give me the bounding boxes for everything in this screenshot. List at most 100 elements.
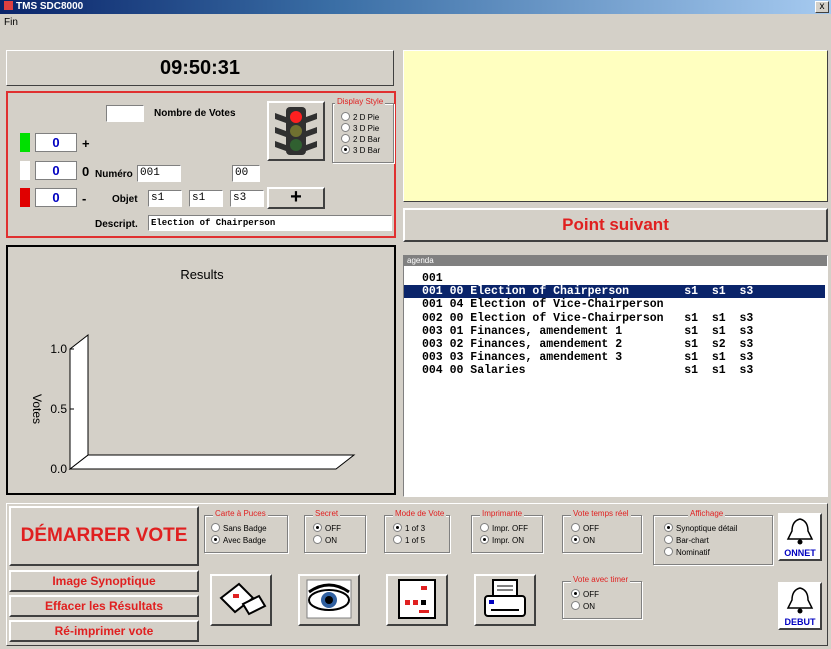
radio-dot: [341, 145, 350, 154]
radio-dot: [393, 523, 402, 532]
abstain-sign: 0: [82, 164, 90, 179]
radio-label: Avec Badge: [223, 536, 266, 545]
radio-synoptique-detail[interactable]: Synoptique détail: [664, 523, 737, 534]
abstain-color-swatch: [20, 161, 30, 180]
group-title: Carte à Puces: [213, 509, 268, 519]
radio-secret-on[interactable]: ON: [313, 535, 337, 546]
radio-label: ON: [325, 536, 337, 545]
radio-label: 1 of 5: [405, 536, 426, 545]
close-button[interactable]: x: [815, 1, 829, 13]
agenda-row[interactable]: 003 02 Finances, amendement 2 s1 s2 s3: [404, 338, 825, 351]
radio-dot: [341, 134, 350, 143]
radio-2d-pie[interactable]: 2 D Pie: [341, 112, 379, 123]
radio-label: Synoptique détail: [676, 524, 738, 533]
radio-label: Bar-chart: [676, 536, 709, 545]
reimprimer-vote-button[interactable]: Ré-imprimer vote: [9, 620, 199, 642]
radio-nominatif[interactable]: Nominatif: [664, 547, 710, 558]
ytick-label: 0.5: [50, 402, 67, 416]
agenda-row[interactable]: 003 03 Finances, amendement 3 s1 s1 s3: [404, 351, 825, 364]
agenda-row[interactable]: 001: [404, 272, 825, 285]
radio-bar-chart[interactable]: Bar-chart: [664, 535, 709, 546]
title-bar: TMS SDC8000: [0, 0, 831, 14]
image-synoptique-button[interactable]: Image Synoptique: [9, 570, 199, 592]
radio-dot: [313, 523, 322, 532]
voting-unit-icon: [398, 579, 436, 619]
agenda-row[interactable]: 003 01 Finances, amendement 1 s1 s1 s3: [404, 325, 825, 338]
radio-label: Sans Badge: [223, 524, 267, 533]
numero-field[interactable]: 001: [137, 165, 181, 182]
agenda-row[interactable]: 004 00 Salaries s1 s1 s3: [404, 364, 825, 377]
display-style-group: Display Style 2 D Pie 3 D Pie 2 D Bar 3 …: [332, 97, 394, 163]
radio-label: OFF: [583, 590, 599, 599]
group-title: Affichage: [688, 509, 726, 519]
debut-bell-button[interactable]: DEBUT: [778, 582, 822, 630]
radio-label: 2 D Bar: [353, 135, 381, 144]
radio-timer-off[interactable]: OFF: [571, 589, 599, 600]
agenda-list[interactable]: agenda 001 001 00 Election of Chairperson…: [403, 255, 828, 497]
eye-icon: [306, 579, 352, 619]
card-hand-icon: [219, 582, 267, 616]
descript-field[interactable]: Election of Chairperson: [148, 215, 392, 231]
agenda-row[interactable]: 001 00 Election of Chairperson s1 s1 s3: [404, 285, 825, 299]
radio-secret-off[interactable]: OFF: [313, 523, 341, 534]
bell-icon: [786, 587, 814, 614]
descript-label: Descript.: [95, 219, 138, 230]
objet-field-3[interactable]: s3: [230, 190, 264, 207]
radio-sans-badge[interactable]: Sans Badge: [211, 523, 267, 534]
radio-dot: [480, 523, 489, 532]
radio-label: OFF: [325, 524, 341, 533]
radio-label: 2 D Pie: [353, 113, 380, 122]
agenda-header: agenda: [404, 256, 827, 266]
radio-2d-bar[interactable]: 2 D Bar: [341, 134, 380, 145]
next-item-button[interactable]: Point suivant: [403, 208, 828, 242]
radio-dot: [664, 535, 673, 544]
radio-label: OFF: [583, 524, 599, 533]
radio-dot: [313, 535, 322, 544]
radio-temps-reel-off[interactable]: OFF: [571, 523, 599, 534]
temps-reel-group: Vote temps réel OFF ON: [562, 509, 642, 553]
carte-puces-group: Carte à Puces Sans Badge Avec Badge: [204, 509, 288, 553]
onnet-label: ONNET: [784, 548, 816, 558]
delegate-card-button[interactable]: [210, 574, 272, 626]
radio-3d-bar[interactable]: 3 D Bar: [341, 145, 380, 156]
radio-3d-pie[interactable]: 3 D Pie: [341, 123, 379, 134]
agenda-row[interactable]: 002 00 Election of Vice-Chairperson s1 s…: [404, 312, 825, 325]
view-button[interactable]: [298, 574, 360, 626]
agenda-row[interactable]: 001 04 Election of Vice-Chairperson: [404, 298, 825, 311]
radio-label: 1 of 3: [405, 524, 426, 533]
chart-title: Results: [180, 267, 224, 282]
radio-1-of-3[interactable]: 1 of 3: [393, 523, 425, 534]
debut-label: DEBUT: [784, 617, 816, 627]
radio-impr-off[interactable]: Impr. OFF: [480, 523, 528, 534]
onnet-bell-button[interactable]: ONNET: [778, 513, 822, 561]
start-vote-button[interactable]: DÉMARRER VOTE: [9, 506, 199, 566]
traffic-light-button[interactable]: [267, 101, 325, 161]
radio-avec-badge[interactable]: Avec Badge: [211, 535, 266, 546]
radio-label: Impr. OFF: [492, 524, 528, 533]
affichage-group: Affichage Synoptique détail Bar-chart No…: [653, 509, 773, 565]
objet-field-2[interactable]: s1: [189, 190, 223, 207]
add-button[interactable]: +: [267, 187, 325, 209]
print-button[interactable]: [474, 574, 536, 626]
radio-temps-reel-on[interactable]: ON: [571, 535, 595, 546]
objet-label: Objet: [112, 194, 138, 205]
group-title: Mode de Vote: [393, 509, 447, 519]
radio-dot: [571, 589, 580, 598]
objet-field-1[interactable]: s1: [148, 190, 182, 207]
radio-dot: [571, 535, 580, 544]
numero-sub-field[interactable]: 00: [232, 165, 260, 182]
radio-1-of-5[interactable]: 1 of 5: [393, 535, 425, 546]
menu-item-fin[interactable]: Fin: [4, 17, 18, 28]
effacer-resultats-button[interactable]: Effacer les Résultats: [9, 595, 199, 617]
secret-group: Secret OFF ON: [304, 509, 366, 553]
window-title: TMS SDC8000: [16, 1, 84, 12]
no-color-swatch: [20, 188, 30, 207]
bell-icon: [786, 518, 814, 545]
radio-dot: [341, 123, 350, 132]
radio-impr-on[interactable]: Impr. ON: [480, 535, 524, 546]
radio-timer-on[interactable]: ON: [571, 601, 595, 612]
voting-unit-button[interactable]: [386, 574, 448, 626]
radio-dot: [664, 547, 673, 556]
nombre-votes-field[interactable]: [106, 105, 144, 122]
results-chart: Results 1.0 0.5 0.0 Votes: [30, 267, 356, 476]
